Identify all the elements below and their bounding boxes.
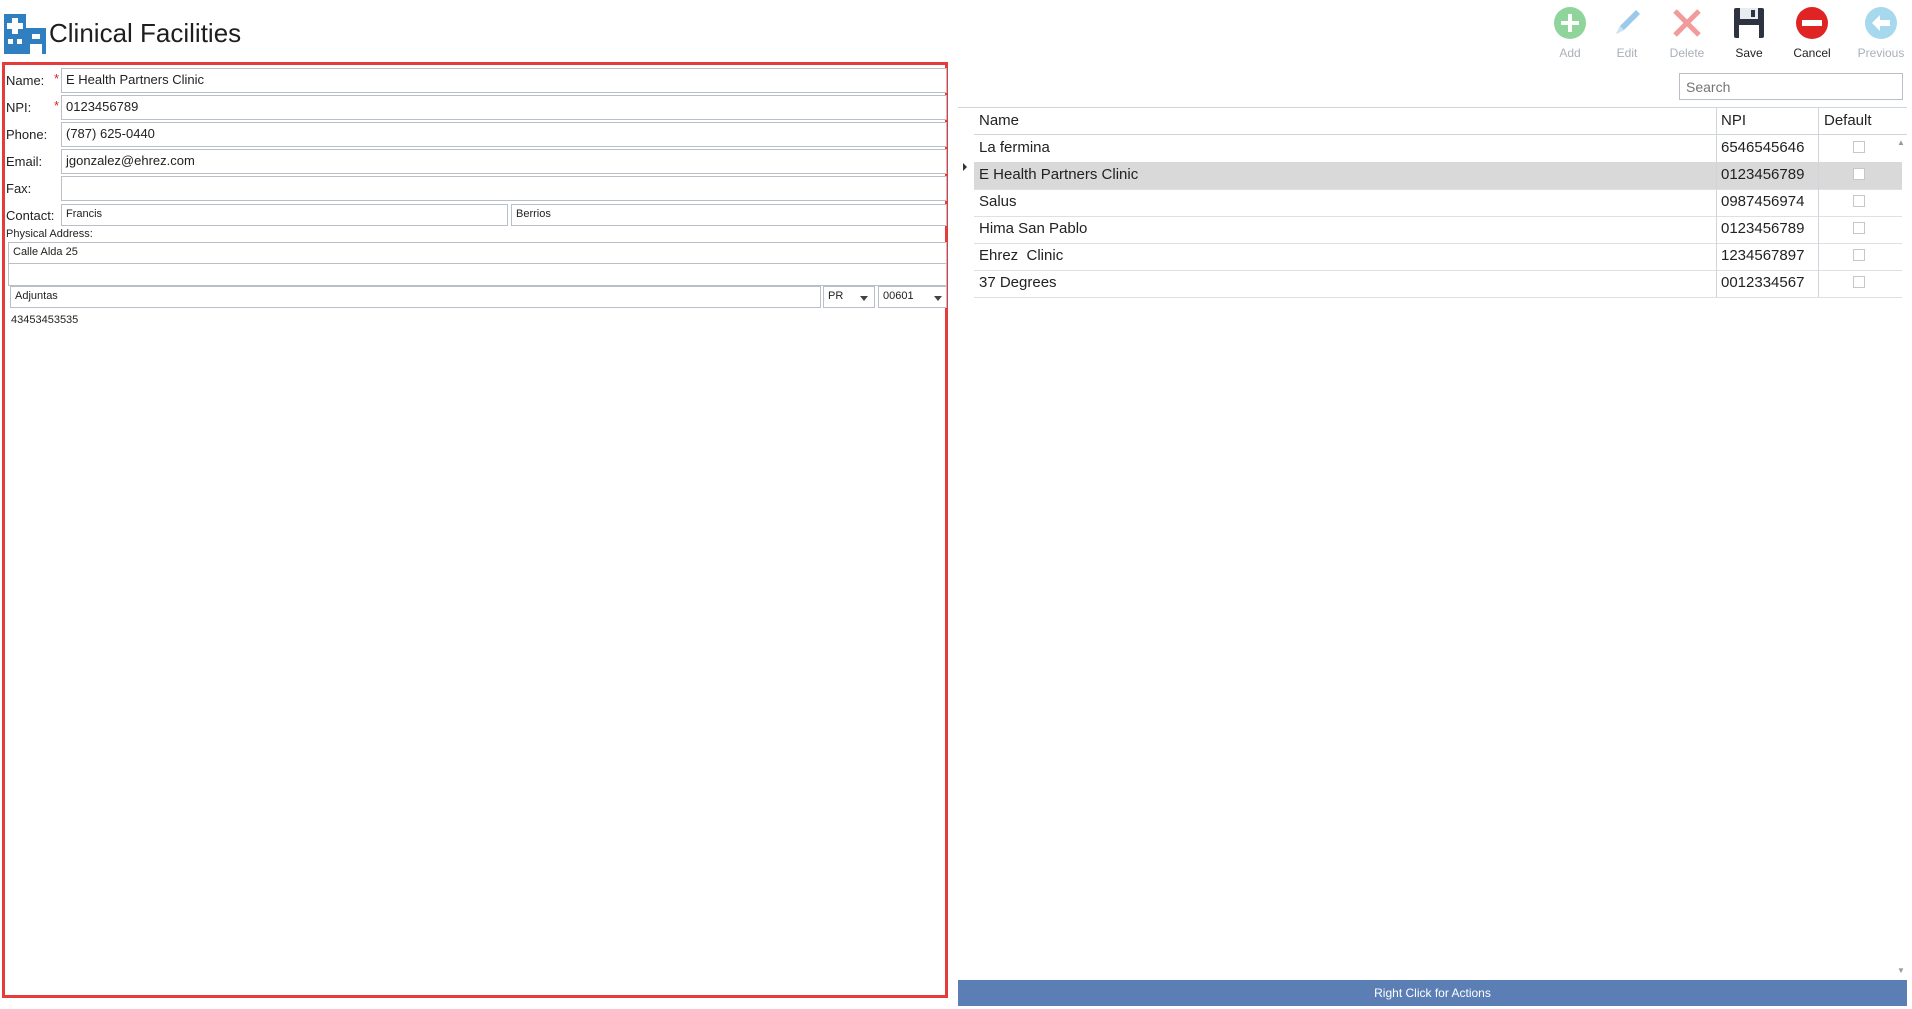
phone-field[interactable]: (787) 625-0440 [61,122,947,147]
cancel-label: Cancel [1793,46,1831,60]
scroll-up-icon[interactable]: ▲ [1897,138,1905,147]
column-divider [1716,135,1717,162]
column-divider [1818,216,1819,243]
default-checkbox[interactable] [1853,195,1865,207]
row-name-cell: La fermina [979,139,1050,156]
fax-label: Fax: [6,181,32,196]
floppy-disk-icon [1734,8,1764,38]
table-row[interactable]: Ehrez Clinic 1234567897 [974,243,1902,271]
table-row[interactable]: Salus 0987456974 [974,189,1902,217]
row-npi-cell: 1234567897 [1721,247,1805,264]
column-header-name[interactable]: Name [979,112,1019,129]
current-row-indicator [963,163,967,171]
add-label: Add [1559,46,1581,60]
default-checkbox[interactable] [1853,222,1865,234]
previous-label: Previous [1857,46,1905,60]
column-header-default[interactable]: Default [1824,112,1872,129]
name-label: Name: [6,73,45,88]
default-checkbox[interactable] [1853,249,1865,261]
npi-label: NPI: [6,100,32,115]
state-value: PR [828,290,844,302]
save-button[interactable]: Save [1718,4,1780,60]
phone-label: Phone: [6,127,48,142]
row-name-cell: Salus [979,193,1017,210]
column-divider [1818,243,1819,270]
column-divider [1716,107,1717,134]
row-name-cell: Ehrez Clinic [979,247,1064,264]
x-icon [1673,9,1701,37]
default-checkbox[interactable] [1853,276,1865,288]
column-divider [1818,189,1819,216]
delete-button[interactable]: Delete [1656,4,1718,60]
column-header-npi[interactable]: NPI [1721,112,1746,129]
column-divider [1818,135,1819,162]
row-npi-cell: 0123456789 [1721,220,1805,237]
minus-circle-icon [1796,7,1828,39]
email-field[interactable]: jgonzalez@ehrez.com [61,149,947,174]
row-npi-cell: 0987456974 [1721,193,1805,210]
search-input[interactable] [1679,73,1903,100]
column-divider [1716,243,1717,270]
status-bar[interactable]: Right Click for Actions [958,980,1907,1006]
arrow-left-circle-icon [1865,7,1897,39]
default-checkbox[interactable] [1853,141,1865,153]
row-npi-cell: 0123456789 [1721,166,1805,183]
address-line1-field[interactable]: Calle Alda 25 [8,242,947,264]
npi-field[interactable]: 0123456789 [61,95,947,120]
npi-required-mark: * [54,98,60,113]
cancel-button[interactable]: Cancel [1781,4,1843,60]
physical-address-label: Physical Address: [6,228,93,240]
fax-field[interactable] [61,176,947,201]
email-label: Email: [6,154,43,169]
facilities-grid: Name NPI Default La fermina 6546545646 E… [958,107,1907,298]
edit-button[interactable]: Edit [1596,4,1658,60]
page-title: Clinical Facilities [49,18,242,48]
city-field[interactable]: Adjuntas [10,286,821,308]
add-button[interactable]: Add [1539,4,1601,60]
contact-last-name-field[interactable]: Berrios [511,204,947,226]
grid-top-border [958,107,1907,108]
column-divider [1716,189,1717,216]
column-divider [1716,270,1717,297]
zip-chevron-down-icon[interactable] [934,296,942,301]
table-row-selected[interactable]: E Health Partners Clinic 0123456789 [974,162,1902,190]
scroll-down-icon[interactable]: ▼ [1897,966,1905,975]
column-divider [1716,162,1717,189]
row-name-cell: Hima San Pablo [979,220,1088,237]
extra-value-text: 43453453535 [11,314,79,326]
edit-label: Edit [1616,46,1638,60]
row-npi-cell: 0012334567 [1721,274,1805,291]
zip-value: 00601 [883,290,914,302]
pencil-icon [1616,10,1640,34]
facility-form-panel: Name: * E Health Partners Clinic NPI: * … [2,62,948,998]
row-npi-cell: 6546545646 [1721,139,1805,156]
table-row[interactable]: 37 Degrees 0012334567 [974,270,1902,298]
row-name-cell: E Health Partners Clinic [979,166,1139,183]
column-divider [1818,270,1819,297]
save-label: Save [1735,46,1763,60]
column-divider [1818,162,1819,189]
column-divider [1818,107,1819,134]
plus-circle-icon [1554,7,1586,39]
row-name-cell: 37 Degrees [979,274,1057,291]
table-row[interactable]: La fermina 6546545646 [974,135,1902,163]
delete-label: Delete [1669,46,1705,60]
state-chevron-down-icon[interactable] [860,296,868,301]
column-divider [1716,216,1717,243]
contact-first-name-field[interactable]: Francis [61,204,508,226]
default-checkbox[interactable] [1853,168,1865,180]
address-line2-field[interactable] [8,264,947,286]
zip-select[interactable]: 00601 [878,286,947,308]
name-required-mark: * [54,71,60,86]
previous-button[interactable]: Previous [1850,4,1912,60]
hospital-icon [4,14,46,54]
name-field[interactable]: E Health Partners Clinic [61,68,947,93]
state-select[interactable]: PR [823,286,875,308]
contact-label: Contact: [6,208,55,223]
table-row[interactable]: Hima San Pablo 0123456789 [974,216,1902,244]
